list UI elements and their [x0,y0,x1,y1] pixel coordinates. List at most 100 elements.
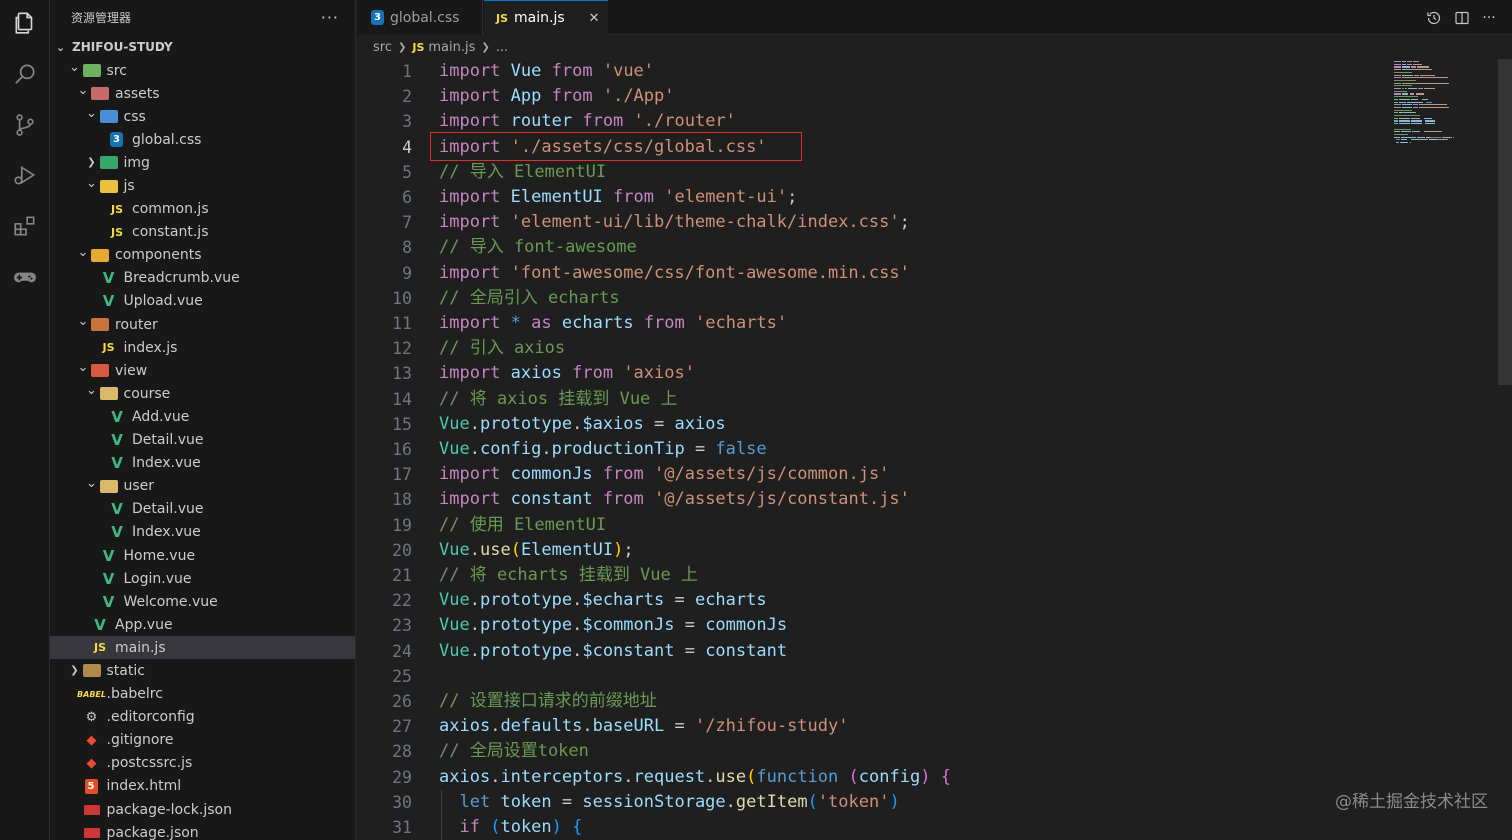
tree-item-label: Login.vue [123,570,192,587]
minimap-line [1410,98,1418,100]
tree-item-label: course [123,385,171,402]
tree-item[interactable]: ⌄ js [50,174,355,197]
tree-item[interactable]: V Upload.vue [50,290,355,313]
minimap-line [1450,136,1452,138]
tree-item[interactable]: ⌄ css [50,105,355,128]
js-file-icon: JS [110,225,123,239]
tree-item-label: constant.js [132,224,209,241]
tab-main-js[interactable]: JS main.js ✕ [484,0,608,35]
tree-item[interactable]: ⚙ .editorconfig [50,706,355,729]
minimap-line [1394,123,1398,125]
minimap-line [1421,98,1428,100]
tree-item[interactable]: JS index.js [50,336,355,359]
tree-item[interactable]: V App.vue [50,613,355,636]
chevron-down-icon: ⌄ [69,60,80,76]
chevron-right-icon: ❯ [70,665,79,677]
tree-item[interactable]: V Login.vue [50,567,355,590]
code-line: 3 import router from './router' [357,109,1512,134]
chevron-down-icon: ⌄ [77,83,89,99]
tree-item[interactable]: ⌄ components [50,244,355,267]
tree-item[interactable]: ⌄ course [50,382,355,405]
tree-item[interactable]: ⌄ user [50,475,355,498]
tree-item[interactable]: package-lock.json [50,798,355,821]
gamepad-icon[interactable] [0,254,50,300]
tree-item[interactable]: ⌄ view [50,359,355,382]
tree-item[interactable]: ❯ static [50,659,355,682]
minimap-line [1394,109,1412,111]
json-file-icon [83,804,100,815]
code-text: axios.interceptors.request.use(function … [439,766,951,787]
tree-item[interactable]: V Detail.vue [50,498,355,521]
code-line: 20 Vue.use(ElementUI); [357,538,1512,563]
code-line: 16 Vue.config.productionTip = false [357,437,1512,462]
extensions-icon[interactable] [0,203,50,249]
breadcrumb-symbols[interactable]: ... [496,40,508,55]
line-number: 8 [402,238,412,258]
tree-item[interactable]: 5 index.html [50,775,355,798]
breadcrumb-src[interactable]: src [373,40,392,55]
code-text: import router from './router' [439,111,736,132]
tree-item-label: package.json [106,824,199,840]
minimap-line [1416,66,1429,68]
minimap[interactable] [1394,59,1498,159]
tree-item[interactable]: V Index.vue [50,521,355,544]
code-line: 19 // 使用 ElementUI [357,513,1512,538]
line-number: 11 [392,314,412,333]
code-text: import 'font-awesome/css/font-awesome.mi… [439,262,910,283]
tree-item[interactable]: ⌄ router [50,313,355,336]
tree-item[interactable]: ◆ .postcssrc.js [50,752,355,775]
json-file-icon [83,827,100,838]
vue-file-icon: V [102,269,115,288]
code-text: // 设置接口请求的前缀地址 [439,691,657,711]
tree-item[interactable]: JS main.js [50,636,355,660]
code-text: let token = sessionStorage.getItem('toke… [459,791,900,812]
css-file-icon: 3 [371,10,384,25]
tree-item[interactable]: V Detail.vue [50,429,355,452]
close-icon[interactable]: ✕ [589,11,600,26]
tree-item[interactable]: BABEL .babelrc [50,683,355,706]
tree-item-label: Breadcrumb.vue [123,270,240,287]
tree-item[interactable]: 3 global.css [50,128,355,151]
tree-item[interactable]: V Welcome.vue [50,590,355,613]
chevron-right-icon: ❯ [397,41,407,53]
tree-item-label: user [123,478,155,495]
tree-item[interactable]: V Add.vue [50,405,355,428]
code-editor[interactable]: 1 import Vue from 'vue' 2 import App from '… [357,59,1512,840]
tree-item[interactable]: V Breadcrumb.vue [50,267,355,290]
workspace-header[interactable]: ⌄ ZHIFOU-STUDY [50,35,355,59]
folder-icon [82,64,101,78]
timeline-icon[interactable] [1424,8,1444,28]
tree-item[interactable]: ❯ img [50,151,355,174]
search-icon[interactable] [0,51,50,97]
tree-item-label: .editorconfig [106,709,195,726]
tree-item[interactable]: JS constant.js [50,221,355,244]
source-control-icon[interactable] [0,102,50,148]
tree-item[interactable]: package.json [50,821,355,840]
split-editor-icon[interactable] [1452,8,1472,28]
explorer-icon[interactable] [0,0,50,46]
more-actions-icon[interactable]: ··· [1479,8,1499,28]
tree-item-label: js [123,178,135,195]
workspace-name: ZHIFOU-STUDY [72,40,173,54]
vertical-scrollbar[interactable] [1498,59,1512,385]
minimap-line [1403,112,1415,114]
tree-item[interactable]: ◆ .gitignore [50,729,355,752]
more-actions-icon[interactable]: ··· [321,8,339,27]
tree-item[interactable]: V Home.vue [50,544,355,567]
tree-item[interactable]: JS common.js [50,198,355,221]
tree-item[interactable]: ⌄ assets [50,82,355,105]
run-debug-icon[interactable] [0,152,50,198]
minimap-line [1401,139,1408,141]
folder-icon [99,156,118,170]
line-number: 31 [392,818,412,837]
tree-item[interactable]: ⌄ src [50,59,355,82]
generic-file-icon: ⚙ [85,709,98,725]
tab-global-css[interactable]: 3 global.css [357,0,483,35]
code-line: 21 // 将 echarts 挂载到 Vue 上 [357,563,1512,588]
chevron-down-icon: ⌄ [86,106,97,122]
minimap-line [1398,120,1410,122]
minimap-line [1443,136,1451,138]
code-line: 1 import Vue from 'vue' [357,59,1512,84]
breadcrumb-file[interactable]: main.js [428,40,475,55]
tree-item[interactable]: V Index.vue [50,452,355,475]
